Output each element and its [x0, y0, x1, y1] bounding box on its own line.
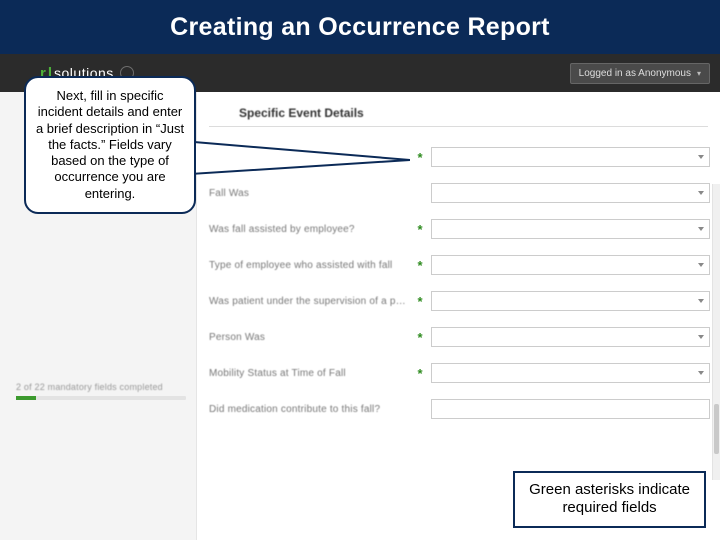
field-label: Did medication contribute to this fall?	[209, 404, 409, 415]
required-asterisk: *	[415, 222, 425, 237]
field-row: Person Was *	[209, 319, 720, 355]
scroll-thumb[interactable]	[714, 404, 719, 454]
login-badge[interactable]: Logged in as Anonymous ▾	[570, 63, 710, 84]
dropdown-input[interactable]	[431, 147, 710, 167]
slide-title: Creating an Occurrence Report	[170, 13, 550, 42]
panel-title: Specific Event Details	[209, 106, 720, 120]
vertical-scrollbar[interactable]	[712, 184, 720, 480]
field-row: Was patient under the supervision of a p…	[209, 283, 720, 319]
dropdown-input[interactable]	[431, 327, 710, 347]
instruction-callout: Next, fill in specific incident details …	[24, 76, 196, 214]
dropdown-input[interactable]	[431, 291, 710, 311]
login-text: Logged in as Anonymous	[579, 68, 691, 79]
dropdown-input[interactable]	[431, 183, 710, 203]
field-label: Person Was	[209, 332, 409, 343]
dropdown-input[interactable]	[431, 363, 710, 383]
divider	[209, 126, 708, 127]
field-label: Was fall assisted by employee?	[209, 224, 409, 235]
caption-line-1: Green asterisks indicate	[529, 481, 690, 500]
caption-box: Green asterisks indicate required fields	[513, 471, 706, 529]
required-asterisk: *	[415, 330, 425, 345]
mandatory-progress: 2 of 22 mandatory fields completed	[16, 382, 186, 400]
required-asterisk: *	[415, 294, 425, 309]
field-label: Type of employee who assisted with fall	[209, 260, 409, 271]
slide-title-bar: Creating an Occurrence Report	[0, 0, 720, 54]
caption-line-2: required fields	[529, 499, 690, 518]
progress-bar	[16, 396, 186, 400]
dropdown-input[interactable]	[431, 255, 710, 275]
chevron-down-icon: ▾	[697, 69, 701, 78]
field-label: Mobility Status at Time of Fall	[209, 368, 409, 379]
callout-text: Next, fill in specific incident details …	[36, 88, 184, 201]
field-row: Mobility Status at Time of Fall *	[209, 355, 720, 391]
slide: Creating an Occurrence Report r l soluti…	[0, 0, 720, 540]
field-row: Did medication contribute to this fall?*	[209, 391, 720, 427]
required-asterisk: *	[415, 366, 425, 381]
field-row: Was fall assisted by employee? *	[209, 211, 720, 247]
mandatory-text: 2 of 22 mandatory fields completed	[16, 382, 186, 392]
required-asterisk: *	[415, 258, 425, 273]
field-label: Was patient under the supervision of a p…	[209, 296, 409, 307]
field-row: Type of employee who assisted with fall *	[209, 247, 720, 283]
text-input[interactable]	[431, 399, 710, 419]
required-asterisk: *	[415, 150, 425, 165]
progress-fill	[16, 396, 36, 400]
dropdown-input[interactable]	[431, 219, 710, 239]
